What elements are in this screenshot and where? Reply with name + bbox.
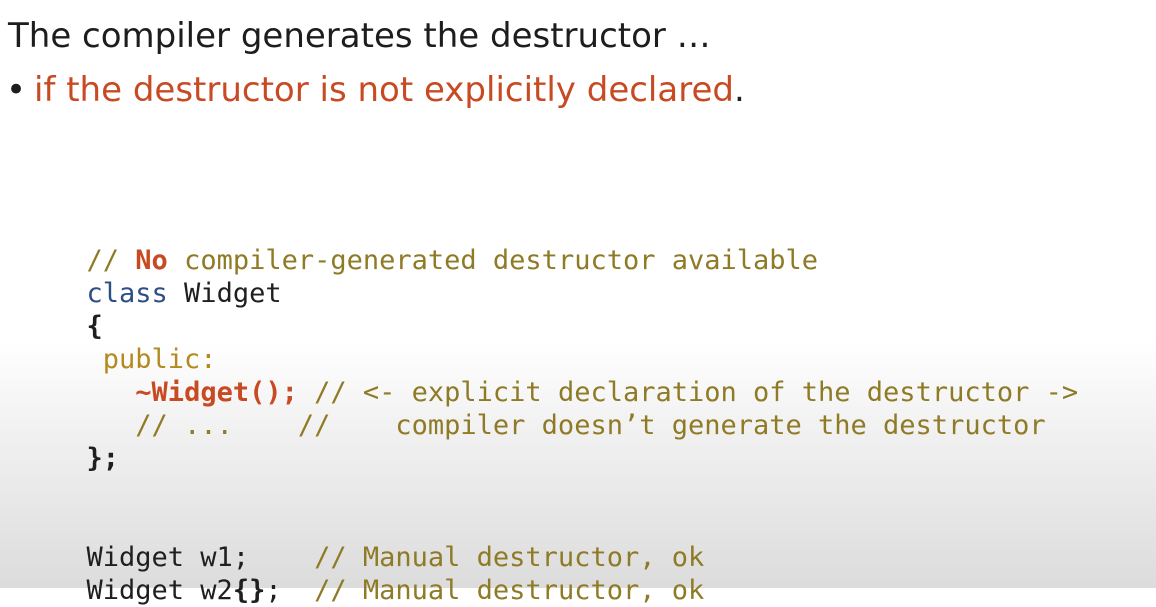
- widget-w2-comment: // Manual destructor, ok: [281, 575, 705, 606]
- bullet-point: • if the destructor is not explicitly dec…: [6, 70, 745, 110]
- bullet-period: .: [733, 70, 745, 110]
- widget-w2-code-prefix: Widget w2: [86, 575, 233, 606]
- widget-w2-code-suffix: ;: [265, 575, 282, 606]
- class-name: Widget: [167, 278, 282, 309]
- widget-w2-braces: {}: [232, 575, 266, 606]
- ellipsis-comment: // ... // compiler doesn’t generate the …: [135, 410, 1046, 441]
- code-line-close-brace: };: [54, 409, 120, 475]
- bullet-icon: •: [6, 70, 27, 110]
- close-brace: };: [86, 443, 120, 474]
- code-line-widget-w2: Widget w2{}; // Manual destructor, ok: [54, 541, 705, 607]
- code-line-ellipsis-comment: // ... // compiler doesn’t generate the …: [54, 376, 1046, 442]
- slide-title: The compiler generates the destructor …: [8, 16, 711, 56]
- bullet-text: if the destructor is not explicitly decl…: [34, 70, 734, 110]
